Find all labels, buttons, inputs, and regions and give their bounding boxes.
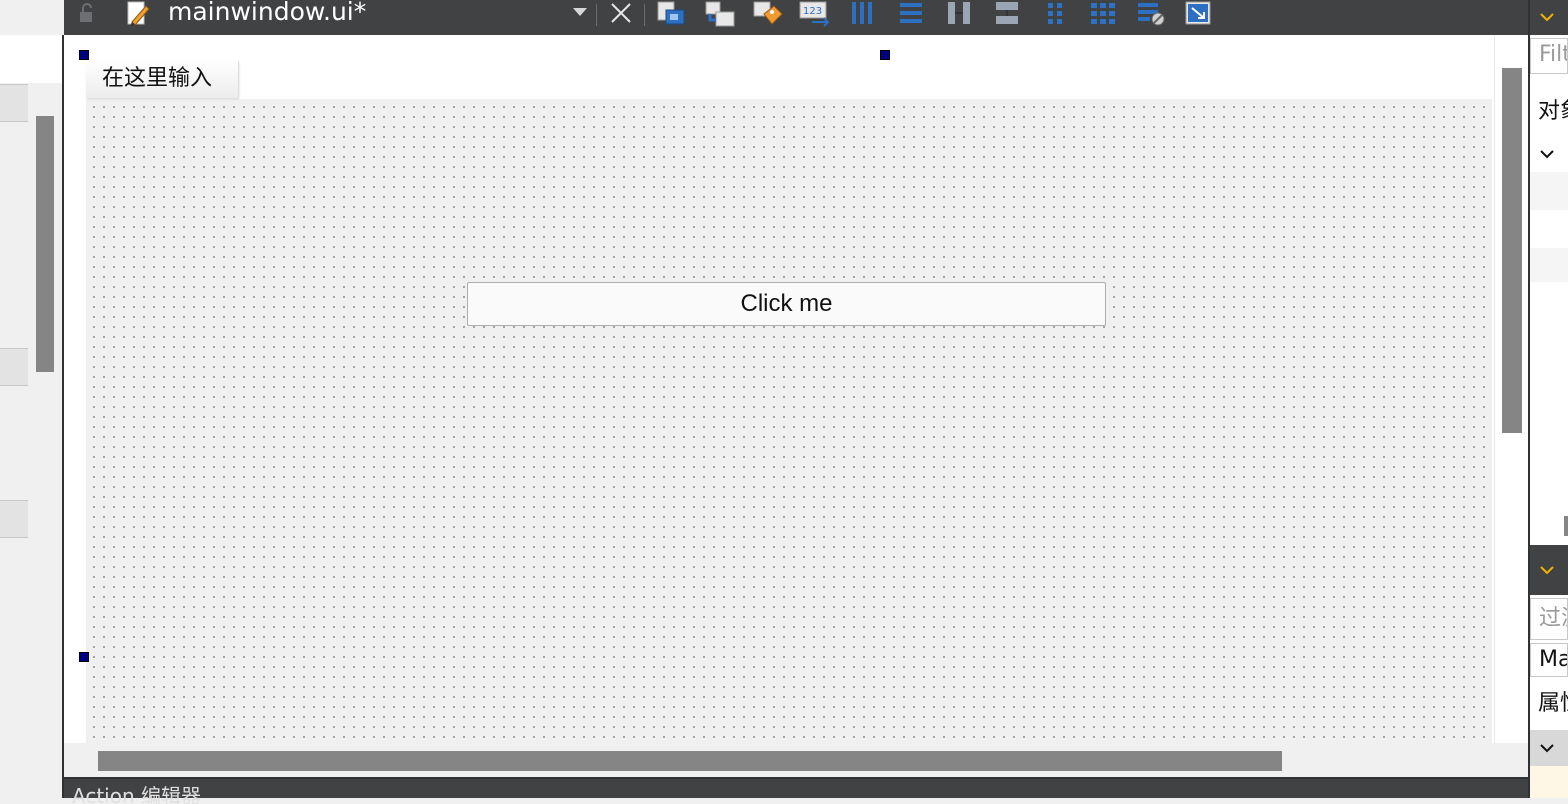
selection-handle[interactable] bbox=[880, 50, 890, 60]
form-central-widget[interactable] bbox=[86, 99, 1492, 743]
layout-form-icon[interactable] bbox=[1038, 0, 1072, 28]
edit-signals-slots-icon[interactable] bbox=[702, 0, 736, 28]
toolbar-separator bbox=[644, 4, 645, 26]
document-title: mainwindow.ui* bbox=[168, 0, 367, 26]
object-inspector-scroll[interactable] bbox=[1530, 512, 1568, 542]
expand-chevron-icon[interactable] bbox=[1530, 140, 1568, 168]
edit-tab-order-icon[interactable]: 123 bbox=[798, 0, 832, 28]
widget-box-header bbox=[0, 35, 62, 83]
canvas-horizontal-scrollbar-thumb[interactable] bbox=[98, 751, 1282, 771]
widget-box-category[interactable] bbox=[0, 348, 28, 386]
lock-icon[interactable] bbox=[76, 2, 98, 26]
selection-handle[interactable] bbox=[79, 652, 89, 662]
edit-widgets-icon[interactable] bbox=[654, 0, 688, 28]
expand-chevron-icon[interactable] bbox=[1530, 730, 1568, 766]
property-row[interactable] bbox=[1530, 766, 1568, 798]
edit-pencil-icon bbox=[124, 0, 152, 28]
widget-box-category[interactable] bbox=[0, 500, 28, 538]
collapse-chevron-icon[interactable] bbox=[1530, 545, 1568, 595]
document-dropdown-icon[interactable] bbox=[568, 0, 592, 24]
selection-handle[interactable] bbox=[79, 50, 89, 60]
selected-object-field: MainWindow bbox=[1530, 643, 1568, 677]
collapse-chevron-icon[interactable] bbox=[1530, 0, 1568, 34]
object-inspector-column-header: 对象 bbox=[1530, 96, 1568, 130]
property-editor-header bbox=[1530, 545, 1568, 595]
property-column-header: 属性 bbox=[1530, 688, 1568, 724]
menubar-type-here-label: 在这里输入 bbox=[102, 66, 213, 91]
svg-text:123: 123 bbox=[803, 6, 822, 17]
widget-box-scrollbar-thumb[interactable] bbox=[36, 116, 54, 372]
object-filter-placeholder: Filter bbox=[1539, 42, 1567, 67]
object-tree-row[interactable] bbox=[1530, 140, 1568, 168]
object-header-label: 对象 bbox=[1538, 99, 1568, 124]
adjust-size-icon[interactable] bbox=[1182, 0, 1216, 28]
break-layout-icon[interactable] bbox=[1134, 0, 1168, 28]
toolbar-separator bbox=[596, 4, 597, 26]
object-tree-row[interactable] bbox=[1530, 172, 1568, 210]
object-filter-input[interactable]: Filter bbox=[1530, 38, 1568, 74]
layout-vertical-icon[interactable] bbox=[894, 0, 928, 28]
property-group-row[interactable] bbox=[1530, 730, 1568, 766]
close-document-icon[interactable] bbox=[608, 0, 634, 26]
layout-horizontal-splitter-icon[interactable] bbox=[942, 0, 976, 28]
layout-grid-icon[interactable] bbox=[1086, 0, 1120, 28]
property-filter-input[interactable]: 过滤器 bbox=[1530, 598, 1568, 640]
property-header-label: 属性 bbox=[1538, 691, 1568, 716]
action-editor-title[interactable]: Action 编辑器 bbox=[72, 784, 201, 804]
widget-box-category[interactable] bbox=[0, 84, 28, 122]
property-filter-placeholder: 过滤器 bbox=[1539, 606, 1567, 631]
click-me-button[interactable]: Click me bbox=[467, 282, 1106, 326]
object-tree-row[interactable] bbox=[1530, 248, 1568, 282]
form-menubar[interactable] bbox=[86, 60, 1492, 100]
canvas-vertical-scrollbar-thumb[interactable] bbox=[1502, 68, 1522, 433]
object-inspector-header bbox=[1530, 0, 1568, 35]
layout-vertical-splitter-icon[interactable] bbox=[990, 0, 1024, 28]
edit-buddies-icon[interactable] bbox=[750, 0, 784, 28]
selected-object-label: MainWindow bbox=[1539, 647, 1567, 672]
action-editor-panel bbox=[64, 777, 1528, 798]
layout-horizontal-icon[interactable] bbox=[846, 0, 880, 28]
